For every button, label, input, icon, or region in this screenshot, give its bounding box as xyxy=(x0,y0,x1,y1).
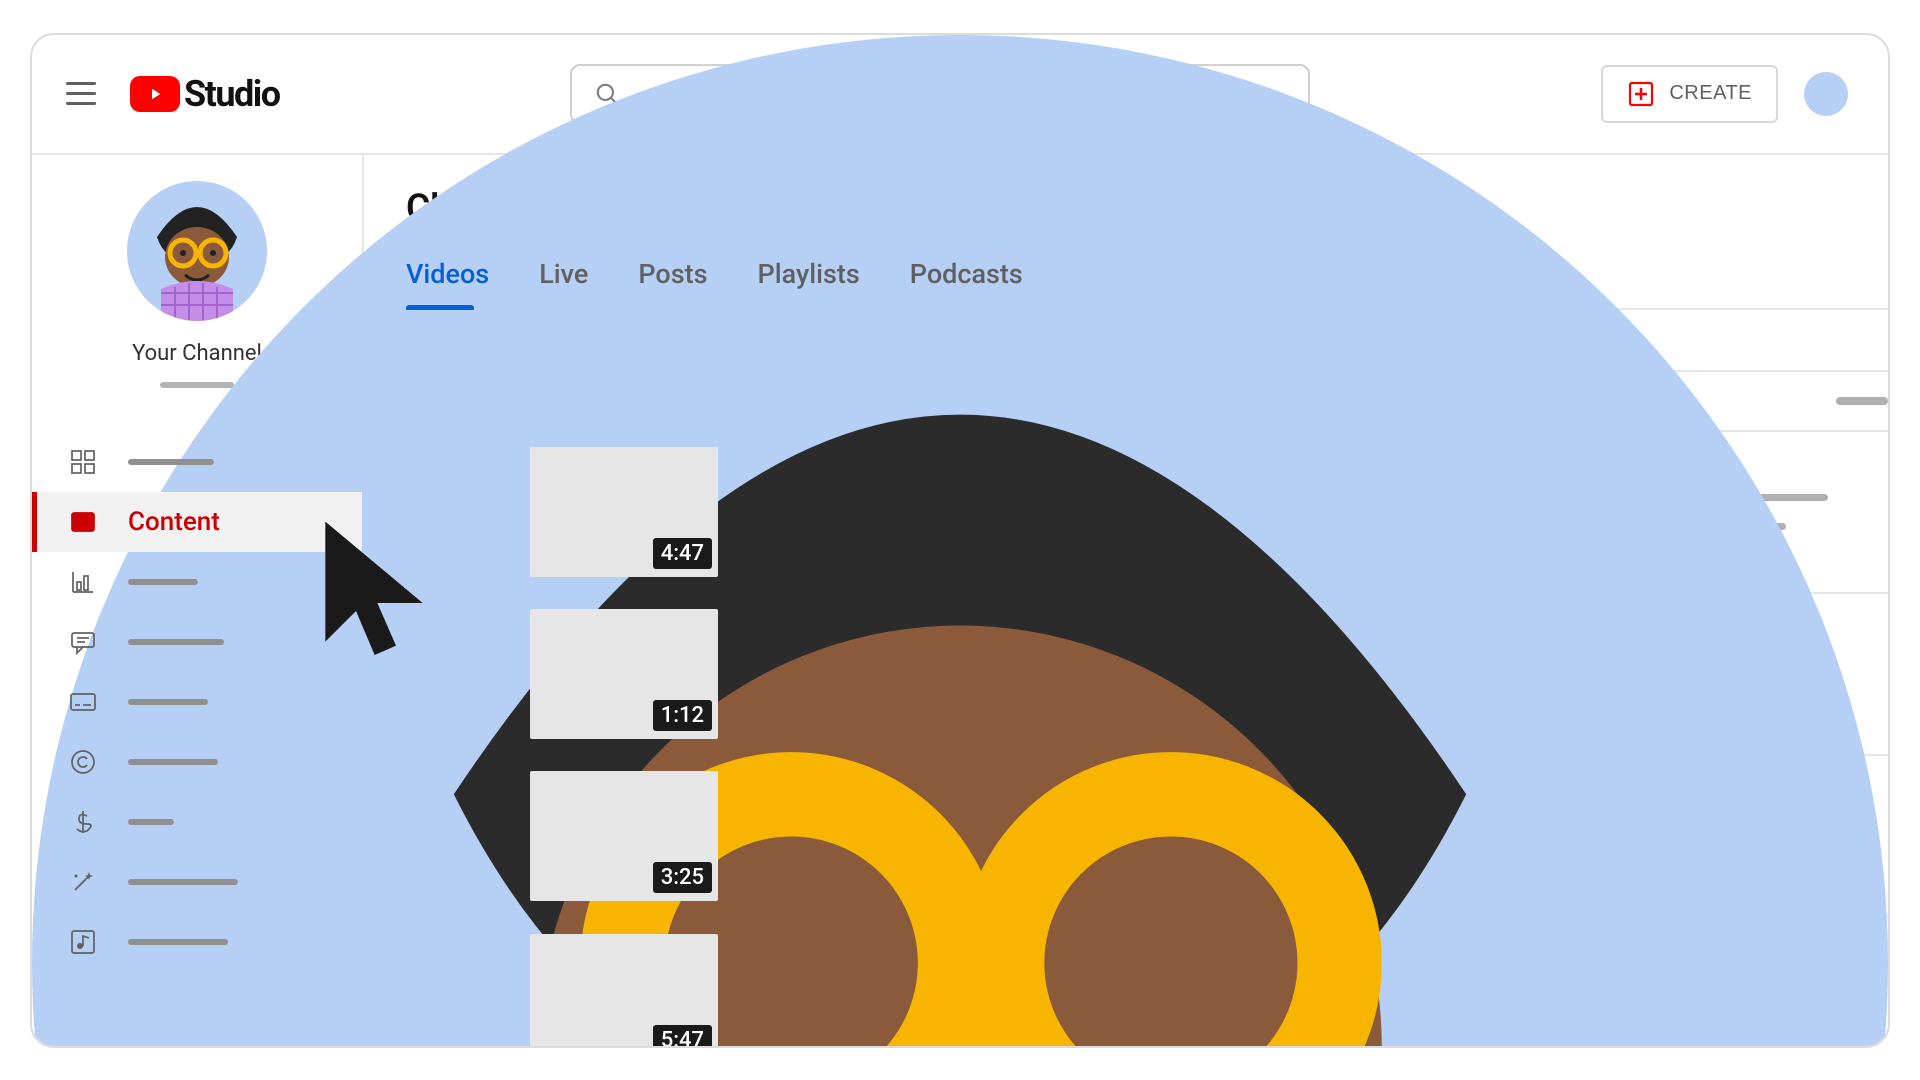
chart-icon xyxy=(68,567,98,597)
comment-icon xyxy=(68,627,98,657)
tab-posts[interactable]: Posts xyxy=(638,258,707,308)
tab-playlists[interactable]: Playlists xyxy=(758,258,860,308)
sidebar-label-placeholder xyxy=(128,699,208,705)
sidebar-item-analytics[interactable] xyxy=(32,552,362,612)
channel-avatar[interactable] xyxy=(127,181,267,321)
sidebar-label-placeholder xyxy=(128,939,228,945)
sidebar-label-placeholder xyxy=(128,879,238,885)
sidebar-item-comments[interactable] xyxy=(32,612,362,672)
play-box-icon xyxy=(68,507,98,537)
video-duration: 1:12 xyxy=(653,700,712,731)
wand-icon xyxy=(68,867,98,897)
sidebar-item-content[interactable]: Content xyxy=(32,492,362,552)
sidebar-item-customization[interactable] xyxy=(32,852,362,912)
video-duration: 5:47 xyxy=(653,1025,712,1046)
sidebar-item-audio[interactable] xyxy=(32,912,362,972)
sidebar-label-placeholder xyxy=(128,459,214,465)
sidebar-label-placeholder xyxy=(128,579,198,585)
sidebar-item-copyright[interactable] xyxy=(32,732,362,792)
sidebar-item-earn[interactable] xyxy=(32,792,362,852)
sidebar-label-placeholder xyxy=(128,819,174,825)
tab-live[interactable]: Live xyxy=(539,258,588,308)
grid-icon xyxy=(68,447,98,477)
sidebar-item-subtitles[interactable] xyxy=(32,672,362,732)
video-thumbnail[interactable]: 1:12 xyxy=(530,609,718,739)
c-circle-icon xyxy=(68,747,98,777)
app-window: Studio CREATE xyxy=(30,33,1890,1048)
video-thumbnail[interactable]: 3:25 xyxy=(530,771,718,901)
video-thumbnail[interactable]: 5:47 xyxy=(530,934,718,1046)
sidebar-nav: Content xyxy=(32,432,362,972)
video-duration: 3:25 xyxy=(653,862,712,893)
dollar-icon xyxy=(68,807,98,837)
sidebar-label-placeholder xyxy=(128,639,224,645)
app-header: Studio CREATE xyxy=(32,35,1888,155)
sidebar-label-placeholder xyxy=(128,759,218,765)
tab-videos[interactable]: Videos xyxy=(406,258,489,308)
cc-icon xyxy=(68,687,98,717)
account-avatar[interactable] xyxy=(1804,72,1848,116)
video-thumbnail[interactable]: 4:47 xyxy=(530,447,718,577)
sidebar-item-dashboard[interactable] xyxy=(32,432,362,492)
sidebar-item-label: Content xyxy=(128,507,220,537)
music-box-icon xyxy=(68,927,98,957)
video-duration: 4:47 xyxy=(653,538,712,569)
tab-podcasts[interactable]: Podcasts xyxy=(910,258,1023,308)
